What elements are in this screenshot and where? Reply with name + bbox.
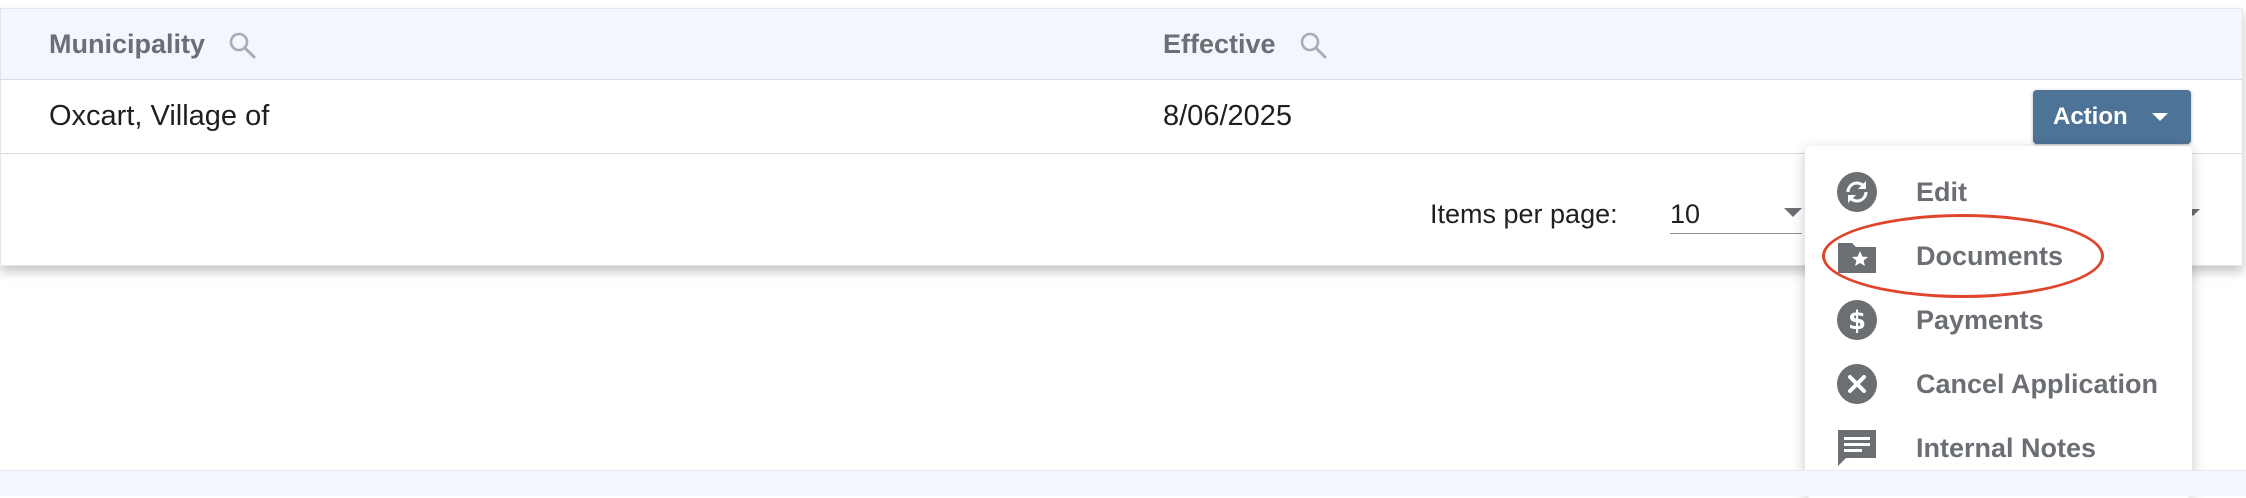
menu-item-label: Documents [1916,240,2064,271]
search-icon[interactable] [1298,30,1328,60]
menu-item-payments[interactable]: $ Payments [1805,288,2192,352]
column-header-effective[interactable]: Effective [1163,29,1328,60]
action-button[interactable]: Action [2033,90,2191,144]
dollar-circle-icon: $ [1836,299,1878,341]
svg-text:$: $ [1848,306,1866,336]
caret-down-icon [2151,113,2168,121]
table-row[interactable]: Oxcart, Village of 8/06/2025 Action [1,80,2242,154]
folder-star-icon [1836,235,1878,277]
table-header: Municipality Effective [1,9,2242,80]
menu-item-label: Cancel Application [1916,368,2159,399]
items-per-page-value: 10 [1670,199,1701,229]
column-label-effective: Effective [1163,29,1276,59]
menu-item-label: Edit [1916,176,1967,207]
cell-effective: 8/06/2025 [1163,100,1293,132]
menu-item-documents[interactable]: Documents [1805,224,2192,288]
sync-icon [1836,171,1878,213]
items-per-page-select[interactable]: 10 [1670,184,1802,234]
menu-item-label: Payments [1916,304,2044,335]
column-label-municipality: Municipality [49,29,206,59]
action-button-label: Action [2053,103,2128,130]
items-per-page-label: Items per page: [1430,199,1618,229]
next-section-header [0,470,2246,496]
search-icon[interactable] [227,30,257,60]
action-dropdown-menu: Edit Documents $ Payments Cancel Applica… [1805,146,2192,498]
caret-down-icon [1784,208,1802,217]
cancel-circle-icon [1836,363,1878,405]
column-header-municipality[interactable]: Municipality [49,29,257,60]
cell-municipality: Oxcart, Village of [49,100,270,132]
note-comment-icon [1836,427,1878,469]
menu-item-label: Internal Notes [1916,432,2097,463]
menu-item-cancel-application[interactable]: Cancel Application [1805,352,2192,416]
menu-item-edit[interactable]: Edit [1805,160,2192,224]
